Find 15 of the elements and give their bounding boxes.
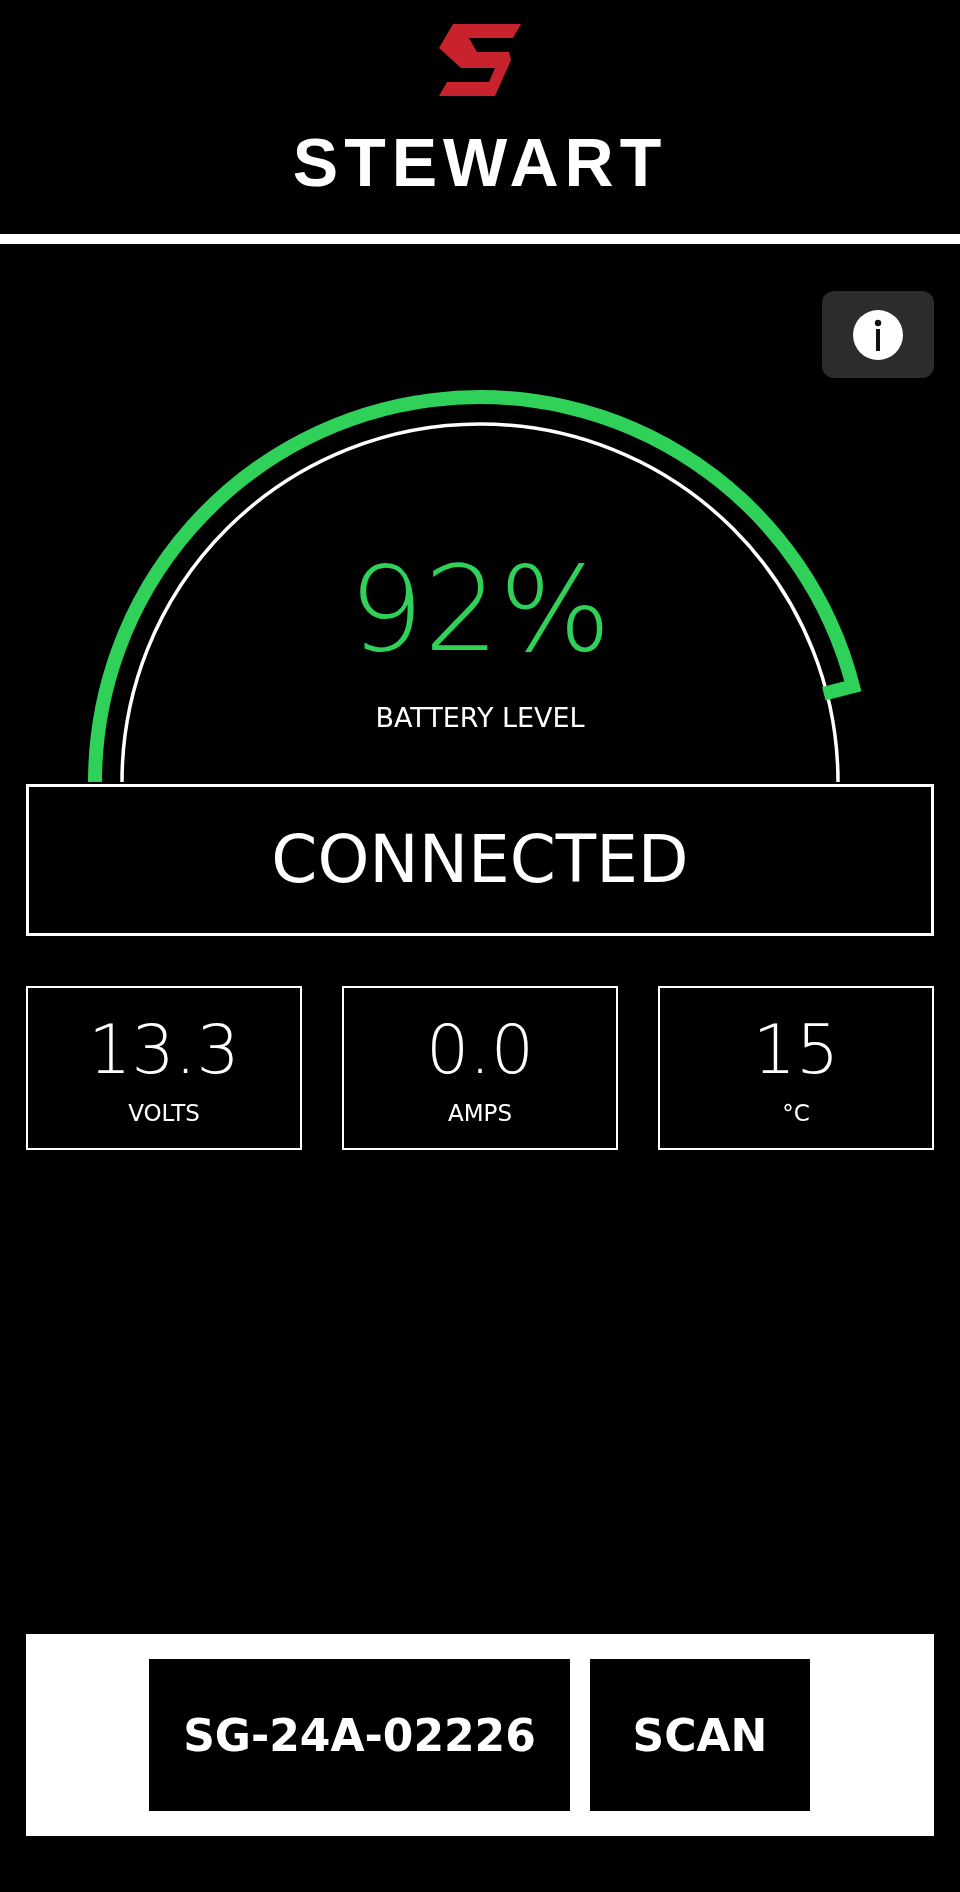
battery-level-label: BATTERY LEVEL (375, 704, 585, 731)
stat-unit: AMPS (447, 1102, 513, 1125)
logo-icon (439, 24, 521, 96)
scan-button[interactable]: SCAN (590, 1659, 810, 1811)
stat-value: 0.0 (425, 1016, 535, 1084)
stat-unit: °C (782, 1102, 810, 1125)
stat-value: 15 (752, 1016, 840, 1084)
stat-value: 13.3 (88, 1016, 240, 1084)
connection-status: CONNECTED (26, 784, 934, 936)
brand-name: STEWART (292, 128, 668, 196)
info-button[interactable] (822, 291, 934, 378)
info-icon (853, 309, 903, 360)
stat-unit: VOLTS (128, 1102, 200, 1125)
battery-percentage: 92% (348, 550, 612, 668)
device-button[interactable]: SG-24A-02226 (149, 1659, 570, 1811)
